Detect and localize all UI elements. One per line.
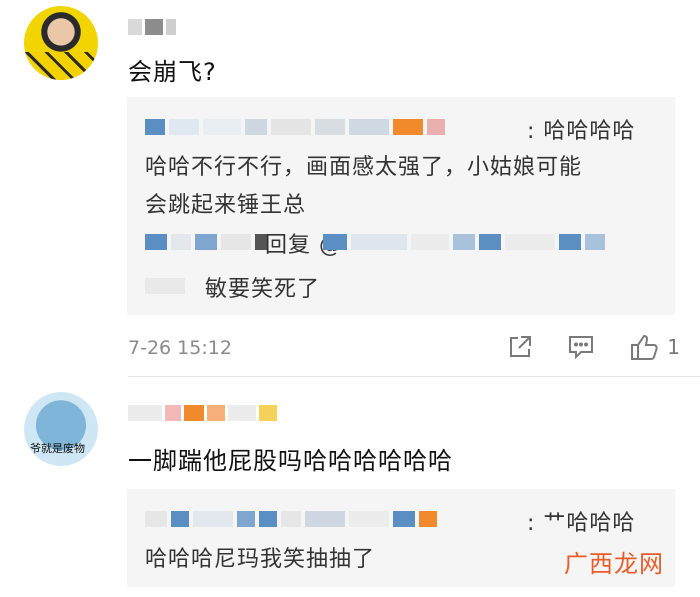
like-count: 1 <box>667 335 680 359</box>
reply-text-line1: : 艹哈哈哈 <box>527 511 636 536</box>
avatar-text: 爷就是废物 <box>30 442 85 455</box>
avatar[interactable] <box>24 6 98 80</box>
username-blurred[interactable] <box>128 404 277 422</box>
watermark: 广西龙网 <box>564 550 664 578</box>
sub-reply-text: 敏要笑死了 <box>205 277 321 302</box>
reply-text-line1: : 哈哈哈哈 <box>527 119 636 144</box>
comment-button[interactable] <box>567 334 595 360</box>
comment-icon <box>569 336 594 360</box>
comment-text: 一脚踹他屁股吗哈哈哈哈哈哈 <box>128 447 453 475</box>
reply-username-blurred[interactable] <box>145 511 437 527</box>
like-button[interactable]: 1 <box>629 333 680 361</box>
comment-text: 会崩飞? <box>128 58 217 86</box>
reply-text-line2: 哈哈不行不行，画面感太强了，小姑娘可能 <box>145 155 583 180</box>
sub-reply-target-blurred[interactable] <box>323 234 605 250</box>
reply-text-line2: 哈哈哈尼玛我笑抽抽了 <box>145 547 376 572</box>
comment-actions: 1 <box>507 333 680 361</box>
sub-reply-username-blurred[interactable] <box>145 234 267 250</box>
divider <box>128 376 700 377</box>
reply-box[interactable]: : 哈哈哈哈 哈哈不行不行，画面感太强了，小姑娘可能 会跳起来锤王总 回复 @ … <box>127 97 675 315</box>
username-blurred[interactable] <box>128 18 176 36</box>
avatar[interactable]: 爷就是废物 <box>24 392 98 466</box>
share-button[interactable] <box>507 334 533 360</box>
reply-text-line3: 会跳起来锤王总 <box>145 193 307 218</box>
like-icon <box>631 334 658 360</box>
reply-username-blurred[interactable] <box>145 119 445 135</box>
share-icon <box>510 336 532 357</box>
timestamp: 7-26 15:12 <box>128 337 232 359</box>
sub-reply-tail-blurred <box>145 278 185 294</box>
